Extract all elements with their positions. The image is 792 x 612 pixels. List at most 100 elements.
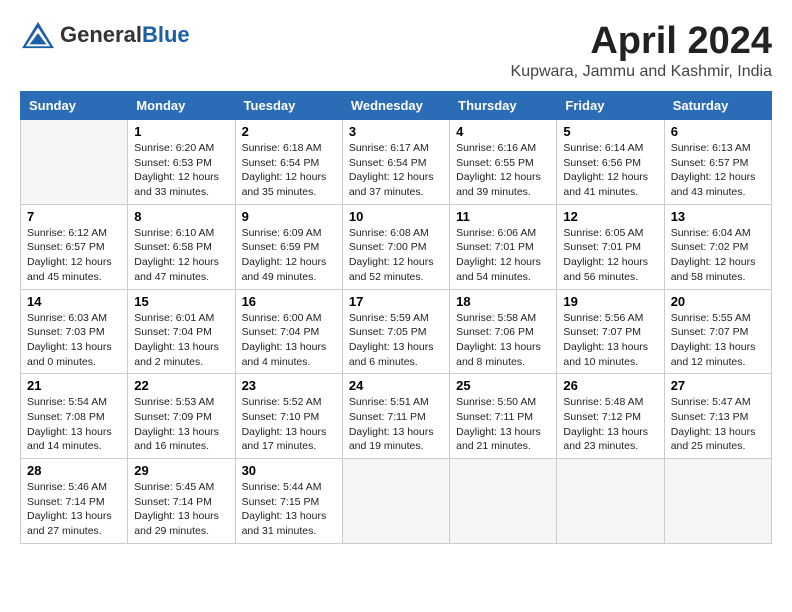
day-info: Sunrise: 5:48 AMSunset: 7:12 PMDaylight:…	[563, 395, 657, 454]
calendar-cell	[664, 459, 771, 544]
weekday-header: Monday	[128, 92, 235, 120]
weekday-header: Friday	[557, 92, 664, 120]
day-info: Sunrise: 6:14 AMSunset: 6:56 PMDaylight:…	[563, 141, 657, 200]
day-info: Sunrise: 5:51 AMSunset: 7:11 PMDaylight:…	[349, 395, 443, 454]
day-info: Sunrise: 5:54 AMSunset: 7:08 PMDaylight:…	[27, 395, 121, 454]
calendar-cell: 28Sunrise: 5:46 AMSunset: 7:14 PMDayligh…	[21, 459, 128, 544]
day-number: 16	[242, 294, 336, 309]
day-info: Sunrise: 6:12 AMSunset: 6:57 PMDaylight:…	[27, 226, 121, 285]
calendar-cell: 4Sunrise: 6:16 AMSunset: 6:55 PMDaylight…	[450, 120, 557, 205]
day-info: Sunrise: 5:59 AMSunset: 7:05 PMDaylight:…	[349, 311, 443, 370]
calendar-cell: 19 Sunrise: 5:56 AMSunset: 7:07 PMDayligh…	[557, 289, 664, 374]
day-number: 18	[456, 294, 550, 309]
weekday-header: Wednesday	[342, 92, 449, 120]
day-number: 13	[671, 209, 765, 224]
calendar-week-row: 21 Sunrise: 5:54 AMSunset: 7:08 PMDayligh…	[21, 374, 772, 459]
logo-blue-text: Blue	[142, 22, 190, 47]
day-number: 23	[242, 378, 336, 393]
calendar-cell: 26 Sunrise: 5:48 AMSunset: 7:12 PMDayligh…	[557, 374, 664, 459]
weekday-header: Thursday	[450, 92, 557, 120]
day-info: Sunrise: 6:13 AMSunset: 6:57 PMDaylight:…	[671, 141, 765, 200]
day-info: Sunrise: 5:58 AMSunset: 7:06 PMDaylight:…	[456, 311, 550, 370]
calendar-cell	[557, 459, 664, 544]
calendar-cell: 3 Sunrise: 6:17 AMSunset: 6:54 PMDaylight…	[342, 120, 449, 205]
calendar-cell: 9 Sunrise: 6:09 AMSunset: 6:59 PMDaylight…	[235, 204, 342, 289]
day-number: 14	[27, 294, 121, 309]
day-number: 8	[134, 209, 228, 224]
day-info: Sunrise: 6:04 AMSunset: 7:02 PMDaylight:…	[671, 226, 765, 285]
calendar-cell: 27 Sunrise: 5:47 AMSunset: 7:13 PMDayligh…	[664, 374, 771, 459]
day-number: 1	[134, 124, 228, 139]
calendar-cell: 7 Sunrise: 6:12 AMSunset: 6:57 PMDaylight…	[21, 204, 128, 289]
day-number: 27	[671, 378, 765, 393]
calendar-cell: 20 Sunrise: 5:55 AMSunset: 7:07 PMDayligh…	[664, 289, 771, 374]
day-number: 26	[563, 378, 657, 393]
calendar-cell: 17 Sunrise: 5:59 AMSunset: 7:05 PMDayligh…	[342, 289, 449, 374]
day-info: Sunrise: 5:53 AMSunset: 7:09 PMDaylight:…	[134, 395, 228, 454]
calendar-cell: 22 Sunrise: 5:53 AMSunset: 7:09 PMDayligh…	[128, 374, 235, 459]
calendar-cell: 11Sunrise: 6:06 AMSunset: 7:01 PMDayligh…	[450, 204, 557, 289]
day-info: Sunrise: 6:00 AMSunset: 7:04 PMDaylight:…	[242, 311, 336, 370]
day-info: Sunrise: 6:01 AMSunset: 7:04 PMDaylight:…	[134, 311, 228, 370]
day-number: 25	[456, 378, 550, 393]
calendar-cell: 16 Sunrise: 6:00 AMSunset: 7:04 PMDayligh…	[235, 289, 342, 374]
day-info: Sunrise: 5:52 AMSunset: 7:10 PMDaylight:…	[242, 395, 336, 454]
day-number: 9	[242, 209, 336, 224]
day-info: Sunrise: 6:09 AMSunset: 6:59 PMDaylight:…	[242, 226, 336, 285]
day-number: 19	[563, 294, 657, 309]
calendar-cell: 30 Sunrise: 5:44 AMSunset: 7:15 PMDayligh…	[235, 459, 342, 544]
calendar-table: SundayMondayTuesdayWednesdayThursdayFrid…	[20, 91, 772, 544]
logo-general-text: General	[60, 22, 142, 47]
calendar-cell: 12 Sunrise: 6:05 AMSunset: 7:01 PMDayligh…	[557, 204, 664, 289]
calendar-cell: 14 Sunrise: 6:03 AMSunset: 7:03 PMDayligh…	[21, 289, 128, 374]
day-number: 10	[349, 209, 443, 224]
calendar-cell: 24 Sunrise: 5:51 AMSunset: 7:11 PMDayligh…	[342, 374, 449, 459]
day-info: Sunrise: 6:17 AMSunset: 6:54 PMDaylight:…	[349, 141, 443, 200]
day-info: Sunrise: 5:50 AMSunset: 7:11 PMDaylight:…	[456, 395, 550, 454]
logo: GeneralBlue	[20, 20, 190, 50]
calendar-cell: 23 Sunrise: 5:52 AMSunset: 7:10 PMDayligh…	[235, 374, 342, 459]
day-info: Sunrise: 5:46 AMSunset: 7:14 PMDaylight:…	[27, 480, 121, 539]
day-info: Sunrise: 6:20 AMSunset: 6:53 PMDaylight:…	[134, 141, 228, 200]
day-info: Sunrise: 5:45 AMSunset: 7:14 PMDaylight:…	[134, 480, 228, 539]
weekday-header: Sunday	[21, 92, 128, 120]
calendar-cell: 25 Sunrise: 5:50 AMSunset: 7:11 PMDayligh…	[450, 374, 557, 459]
weekday-header: Saturday	[664, 92, 771, 120]
calendar-cell	[342, 459, 449, 544]
page-header: GeneralBlue April 2024 Kupwara, Jammu an…	[20, 20, 772, 81]
day-number: 17	[349, 294, 443, 309]
day-number: 29	[134, 463, 228, 478]
page-location: Kupwara, Jammu and Kashmir, India	[511, 63, 772, 81]
calendar-cell: 13 Sunrise: 6:04 AMSunset: 7:02 PMDayligh…	[664, 204, 771, 289]
day-info: Sunrise: 5:55 AMSunset: 7:07 PMDaylight:…	[671, 311, 765, 370]
day-info: Sunrise: 5:56 AMSunset: 7:07 PMDaylight:…	[563, 311, 657, 370]
day-info: Sunrise: 6:08 AMSunset: 7:00 PMDaylight:…	[349, 226, 443, 285]
day-number: 22	[134, 378, 228, 393]
day-info: Sunrise: 6:03 AMSunset: 7:03 PMDaylight:…	[27, 311, 121, 370]
day-number: 24	[349, 378, 443, 393]
day-number: 20	[671, 294, 765, 309]
calendar-cell: 21 Sunrise: 5:54 AMSunset: 7:08 PMDayligh…	[21, 374, 128, 459]
calendar-cell: 8Sunrise: 6:10 AMSunset: 6:58 PMDaylight…	[128, 204, 235, 289]
day-number: 7	[27, 209, 121, 224]
calendar-cell: 5Sunrise: 6:14 AMSunset: 6:56 PMDaylight…	[557, 120, 664, 205]
calendar-cell: 6Sunrise: 6:13 AMSunset: 6:57 PMDaylight…	[664, 120, 771, 205]
page-title: April 2024	[511, 20, 772, 63]
day-info: Sunrise: 5:47 AMSunset: 7:13 PMDaylight:…	[671, 395, 765, 454]
day-number: 3	[349, 124, 443, 139]
day-info: Sunrise: 5:44 AMSunset: 7:15 PMDaylight:…	[242, 480, 336, 539]
calendar-cell: 1 Sunrise: 6:20 AMSunset: 6:53 PMDaylight…	[128, 120, 235, 205]
weekday-header: Tuesday	[235, 92, 342, 120]
day-number: 4	[456, 124, 550, 139]
logo-icon	[20, 20, 56, 50]
day-number: 12	[563, 209, 657, 224]
calendar-cell: 15 Sunrise: 6:01 AMSunset: 7:04 PMDayligh…	[128, 289, 235, 374]
calendar-cell: 10 Sunrise: 6:08 AMSunset: 7:00 PMDayligh…	[342, 204, 449, 289]
day-info: Sunrise: 6:05 AMSunset: 7:01 PMDaylight:…	[563, 226, 657, 285]
calendar-week-row: 7 Sunrise: 6:12 AMSunset: 6:57 PMDaylight…	[21, 204, 772, 289]
day-number: 21	[27, 378, 121, 393]
title-block: April 2024 Kupwara, Jammu and Kashmir, I…	[511, 20, 772, 81]
calendar-cell	[21, 120, 128, 205]
day-number: 15	[134, 294, 228, 309]
day-number: 30	[242, 463, 336, 478]
